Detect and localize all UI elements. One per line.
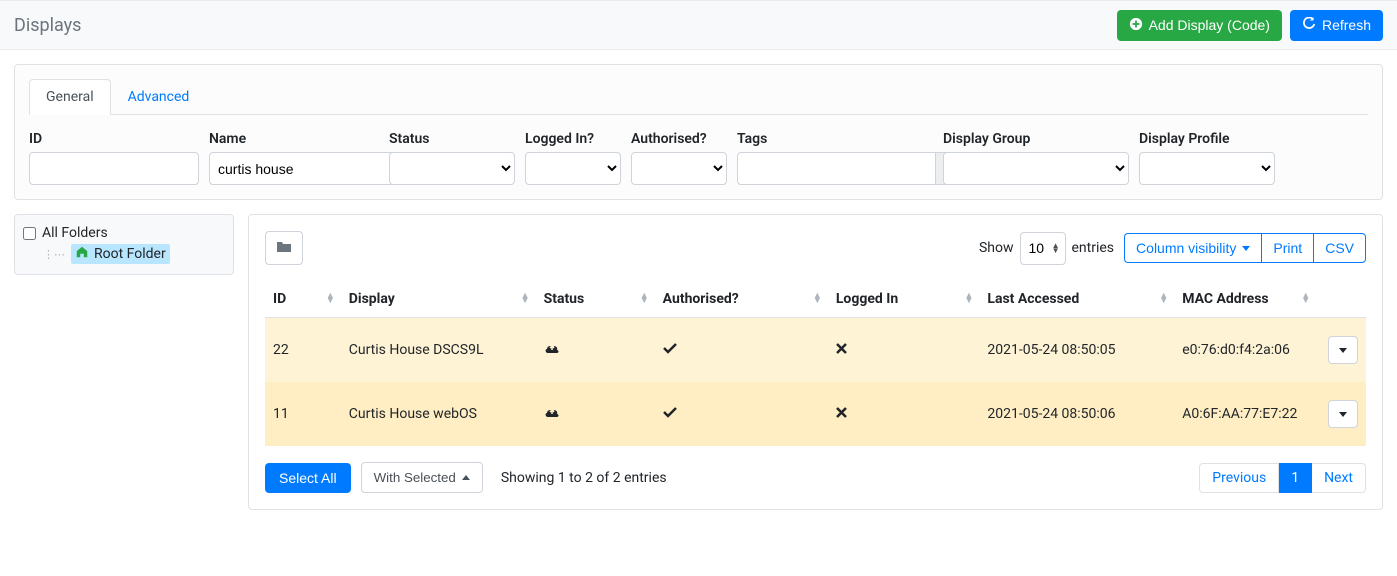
col-loggedin[interactable]: Logged In▲▼ <box>828 281 980 318</box>
filters-row: ID Name Status Logged In? Authorised? <box>29 131 1368 185</box>
filter-group-select[interactable] <box>943 152 1129 185</box>
cell-display: Curtis House DSCS9L <box>341 318 536 383</box>
sort-icon: ▲▼ <box>521 294 530 304</box>
row-menu-button[interactable] <box>1328 336 1358 364</box>
row-menu-button[interactable] <box>1328 400 1358 428</box>
cell-lastaccessed: 2021-05-24 08:50:06 <box>979 382 1174 446</box>
page-title: Displays <box>14 15 81 36</box>
check-icon <box>663 342 677 358</box>
cell-id: 11 <box>265 382 341 446</box>
filter-name-label: Name <box>209 131 379 147</box>
cell-mac: A0:6F:AA:77:E7:22 <box>1174 382 1316 446</box>
caret-up-icon <box>462 475 470 480</box>
filter-profile-select[interactable] <box>1139 152 1275 185</box>
tree-root-node[interactable]: ⋮⋯ Root Folder <box>43 244 223 264</box>
home-icon <box>75 245 89 263</box>
sort-icon: ▲▼ <box>813 294 822 304</box>
pagination: Previous 1 Next <box>1199 463 1366 493</box>
cell-display: Curtis House webOS <box>341 382 536 446</box>
caret-down-icon <box>1242 246 1250 251</box>
filter-loggedin-label: Logged In? <box>525 131 621 147</box>
folder-icon <box>276 240 292 257</box>
x-icon <box>836 342 847 358</box>
filter-tags-label: Tags <box>737 131 933 147</box>
check-icon <box>663 406 677 422</box>
filter-group-label: Display Group <box>943 131 1129 147</box>
filter-status-select[interactable] <box>389 152 515 185</box>
cell-status <box>536 382 655 446</box>
sort-icon: ▲▼ <box>1159 294 1168 304</box>
tree-connector-icon: ⋮⋯ <box>43 248 65 261</box>
filter-loggedin-select[interactable] <box>525 152 621 185</box>
all-folders-row[interactable]: All Folders <box>23 225 223 241</box>
cell-mac: e0:76:d0:f4:2a:06 <box>1174 318 1316 383</box>
tree-root-label: Root Folder <box>94 246 166 262</box>
grid-panel: Show 10 ▲▼ entries Column visibility Pri… <box>248 214 1383 510</box>
sort-icon: ▲▼ <box>326 294 335 304</box>
page-header: Displays Add Display (Code) Refresh <box>0 0 1397 50</box>
add-display-button[interactable]: Add Display (Code) <box>1117 10 1282 41</box>
cloud-icon <box>544 406 560 422</box>
col-id[interactable]: ID▲▼ <box>265 281 341 318</box>
sort-icon: ▲▼ <box>1301 294 1310 304</box>
header-actions: Add Display (Code) Refresh <box>1117 10 1383 41</box>
filter-authorised-select[interactable] <box>631 152 727 185</box>
print-button[interactable]: Print <box>1261 233 1313 263</box>
all-folders-label: All Folders <box>42 225 108 241</box>
cell-authorised <box>655 318 828 383</box>
column-visibility-button[interactable]: Column visibility <box>1124 233 1261 263</box>
table-row[interactable]: 11 Curtis House webOS 2021-05-24 08:50:0… <box>265 382 1366 446</box>
refresh-label: Refresh <box>1322 17 1371 33</box>
plus-circle-icon <box>1129 17 1143 34</box>
col-actions <box>1316 281 1366 318</box>
col-mac[interactable]: MAC Address▲▼ <box>1174 281 1316 318</box>
entries-label: entries <box>1072 240 1115 256</box>
filter-status-label: Status <box>389 131 515 147</box>
cell-id: 22 <box>265 318 341 383</box>
show-label: Show <box>979 240 1014 256</box>
select-all-button[interactable]: Select All <box>265 463 351 493</box>
filter-authorised-label: Authorised? <box>631 131 727 147</box>
caret-down-icon <box>1339 412 1347 417</box>
refresh-button[interactable]: Refresh <box>1290 10 1383 41</box>
col-display[interactable]: Display▲▼ <box>341 281 536 318</box>
col-lastaccessed[interactable]: Last Accessed▲▼ <box>979 281 1174 318</box>
x-icon <box>836 406 847 422</box>
table-row[interactable]: 22 Curtis House DSCS9L 2021-05-24 08:50:… <box>265 318 1366 383</box>
tab-general[interactable]: General <box>29 79 111 115</box>
page-1-button[interactable]: 1 <box>1279 463 1312 493</box>
page-next-button[interactable]: Next <box>1312 463 1366 493</box>
cell-lastaccessed: 2021-05-24 08:50:05 <box>979 318 1174 383</box>
filter-tags-input[interactable] <box>737 152 935 185</box>
col-authorised[interactable]: Authorised?▲▼ <box>655 281 828 318</box>
sort-icon: ▲▼ <box>964 294 973 304</box>
cell-status <box>536 318 655 383</box>
csv-button[interactable]: CSV <box>1313 233 1366 263</box>
cloud-icon <box>544 342 560 358</box>
page-size-select[interactable]: 10 <box>1020 232 1066 265</box>
filter-id-input[interactable] <box>29 152 199 185</box>
folder-tree: All Folders ⋮⋯ Root Folder <box>14 214 234 275</box>
cell-loggedin <box>828 318 980 383</box>
refresh-icon <box>1302 17 1316 34</box>
page-prev-button[interactable]: Previous <box>1199 463 1279 493</box>
filter-panel: General Advanced ID Name Status Logged I… <box>14 64 1383 200</box>
caret-down-icon <box>1339 348 1347 353</box>
displays-table: ID▲▼ Display▲▼ Status▲▼ Authorised?▲▼ Lo… <box>265 281 1366 446</box>
filter-id-label: ID <box>29 131 199 147</box>
cell-loggedin <box>828 382 980 446</box>
cell-authorised <box>655 382 828 446</box>
tab-advanced[interactable]: Advanced <box>111 79 207 115</box>
filter-tabs: General Advanced <box>29 79 1368 115</box>
add-display-label: Add Display (Code) <box>1149 17 1270 33</box>
col-status[interactable]: Status▲▼ <box>536 281 655 318</box>
filter-profile-label: Display Profile <box>1139 131 1275 147</box>
all-folders-checkbox[interactable] <box>23 227 36 240</box>
filter-name-input[interactable] <box>209 152 407 185</box>
sort-icon: ▲▼ <box>640 294 649 304</box>
with-selected-button[interactable]: With Selected <box>361 462 483 493</box>
entries-info: Showing 1 to 2 of 2 entries <box>501 470 667 486</box>
folder-button[interactable] <box>265 231 303 265</box>
